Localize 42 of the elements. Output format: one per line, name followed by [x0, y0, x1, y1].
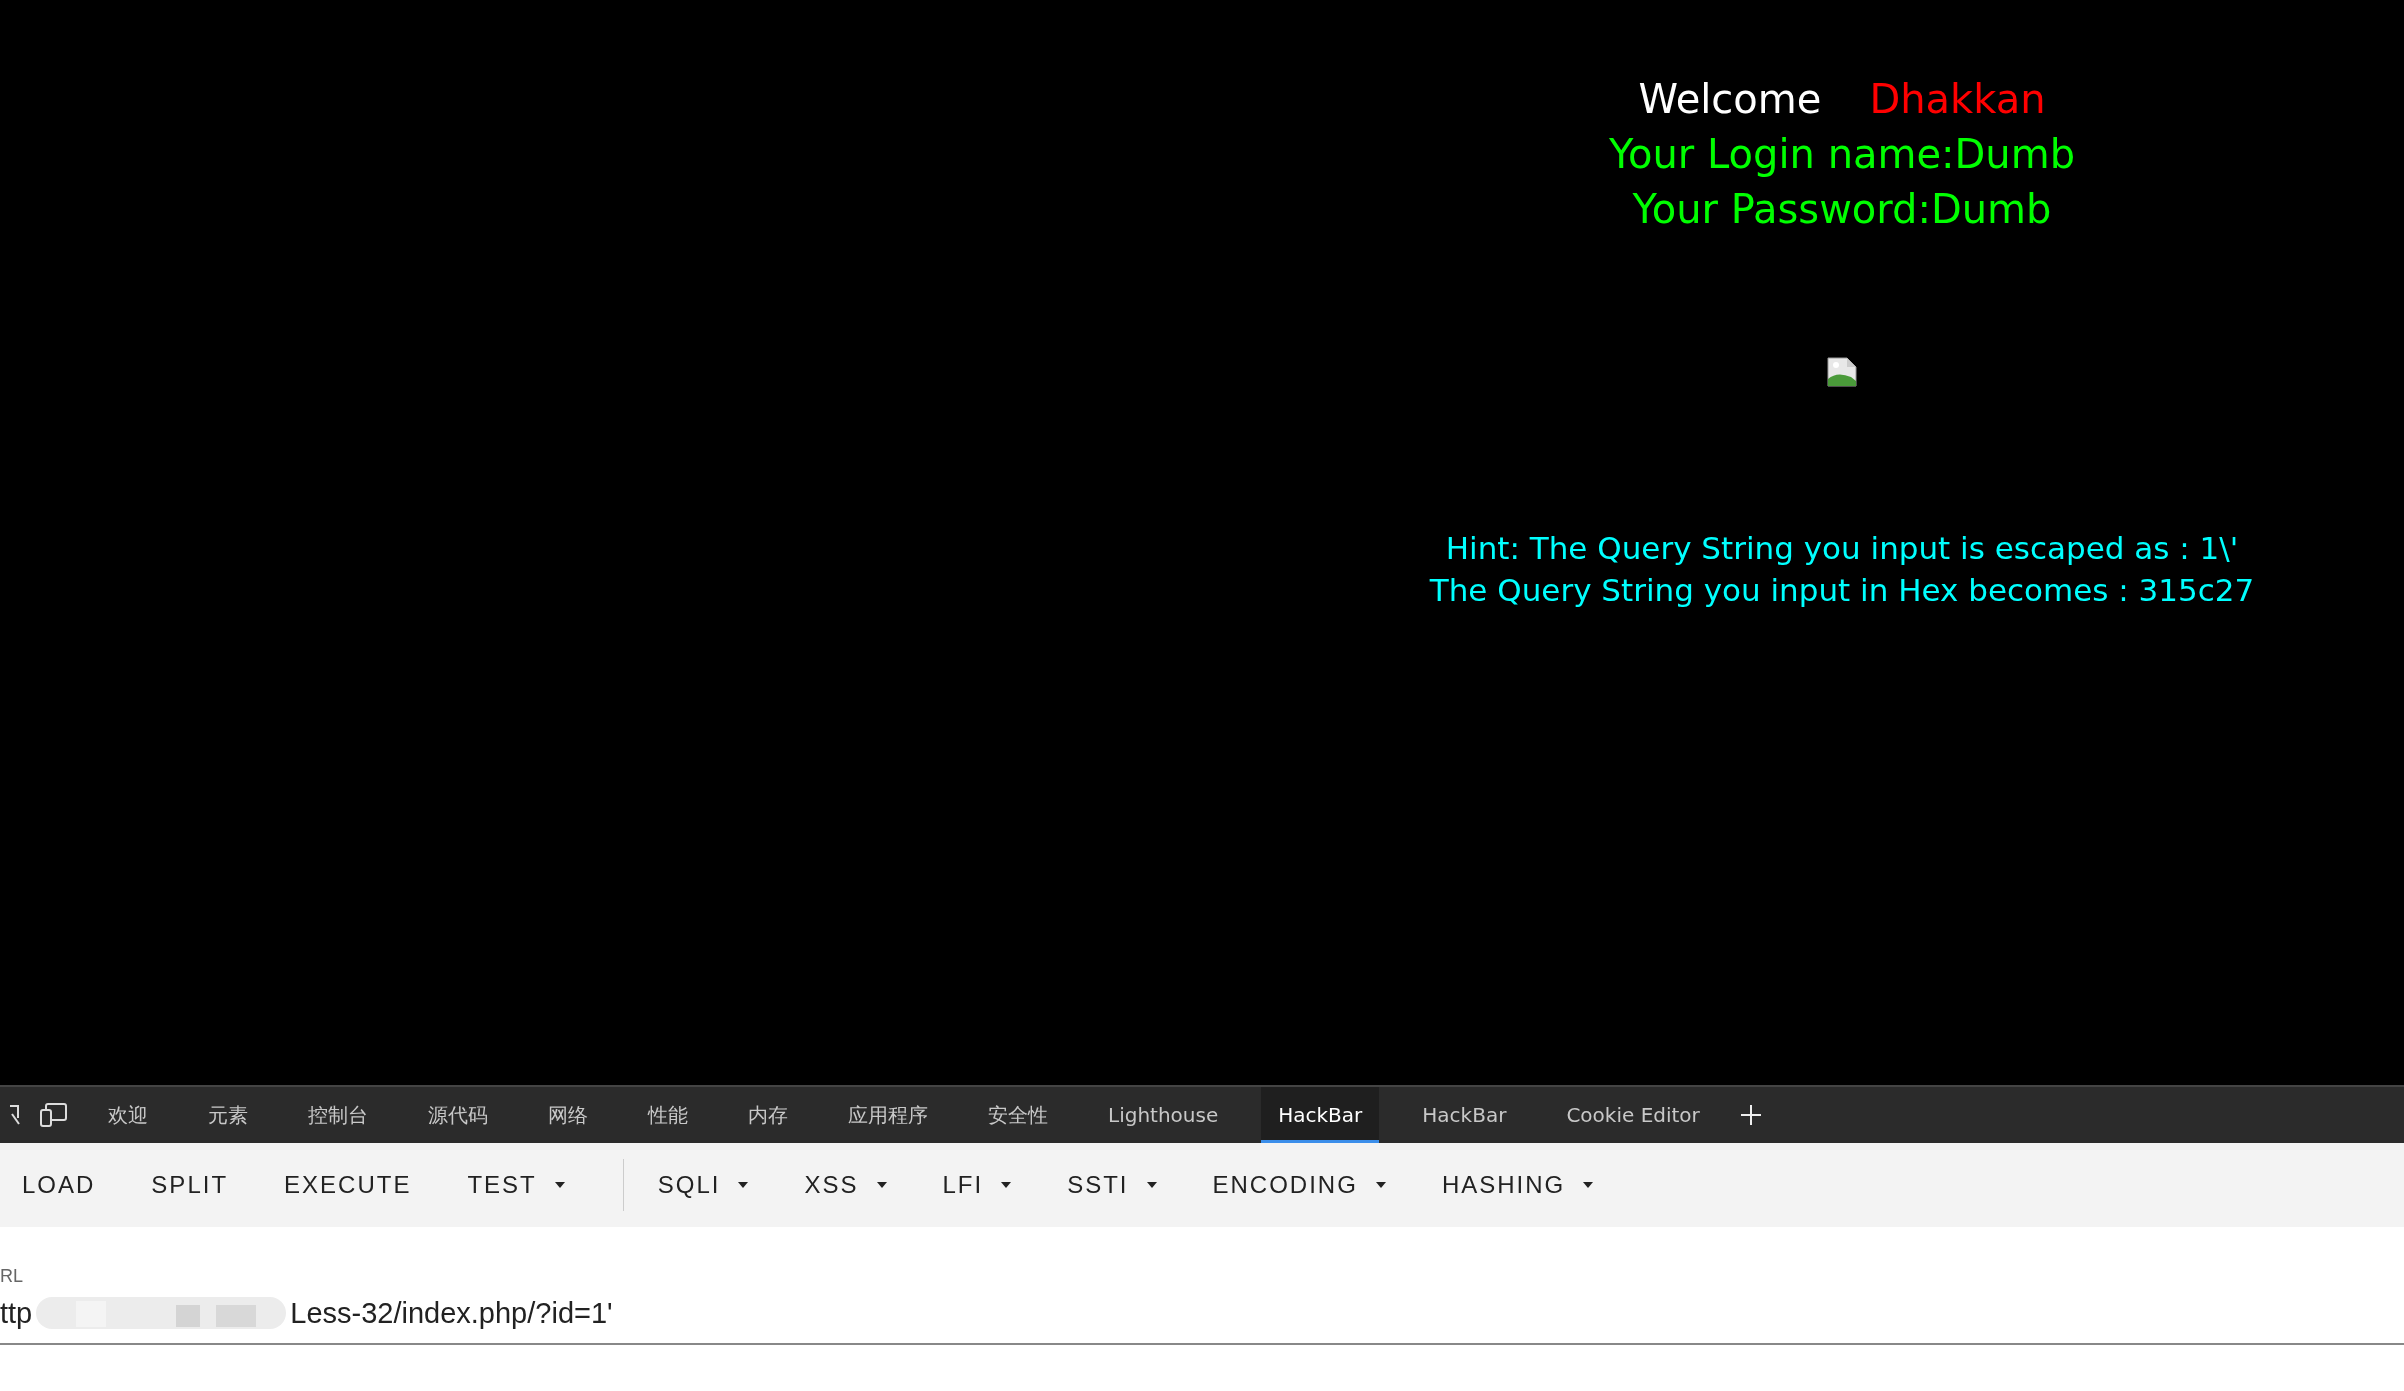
dropdown-button[interactable]: LFI: [926, 1161, 1028, 1209]
caret-icon: [738, 1182, 749, 1188]
caret-icon: [1583, 1182, 1594, 1188]
caret-icon: [554, 1182, 565, 1188]
url-field[interactable]: ttp Less-32/index.php/?id=1': [0, 1293, 2404, 1333]
caret-icon: [1375, 1182, 1386, 1188]
toolbar-button[interactable]: EXECUTE: [268, 1161, 428, 1209]
devtools-tab[interactable]: 控制台: [291, 1087, 385, 1143]
caret-icon: [1001, 1182, 1012, 1188]
caret-icon: [1146, 1182, 1157, 1188]
toolbar-button[interactable]: SPLIT: [135, 1161, 245, 1209]
device-icon[interactable]: [40, 1102, 68, 1128]
broken-image-icon: [1827, 357, 1857, 387]
dropdown-button[interactable]: SSTI: [1051, 1161, 1173, 1209]
login-name-text: Your Login name:Dumb: [1608, 130, 2076, 179]
devtools-tab[interactable]: HackBar: [1261, 1087, 1380, 1143]
dropdown-button[interactable]: ENCODING: [1196, 1161, 1402, 1209]
toolbar-button[interactable]: LOAD: [6, 1161, 112, 1209]
user-name: Dhakkan: [1869, 75, 2046, 124]
devtools-tab[interactable]: 安全性: [971, 1087, 1065, 1143]
dropdown-button[interactable]: TEST: [451, 1161, 581, 1209]
devtools-tab[interactable]: 源代码: [411, 1087, 505, 1143]
devtools-tab[interactable]: 元素: [191, 1087, 265, 1143]
dropdown-button[interactable]: HASHING: [1425, 1161, 1610, 1209]
dropdown-button[interactable]: XSS: [788, 1161, 903, 1209]
dropdown-button[interactable]: SQLI: [641, 1161, 765, 1209]
plus-icon[interactable]: [1739, 1104, 1762, 1126]
password-text: Your Password:Dumb: [1632, 185, 2052, 234]
welcome-text: Welcome: [1638, 75, 1822, 124]
devtools-tab[interactable]: 欢迎: [91, 1087, 165, 1143]
devtools-tab[interactable]: 网络: [531, 1087, 605, 1143]
devtools-tab[interactable]: Cookie Editor: [1549, 1087, 1717, 1143]
devtools-tab[interactable]: 性能: [631, 1087, 705, 1143]
devtools-tab[interactable]: Lighthouse: [1091, 1087, 1236, 1143]
devtools-tab[interactable]: 应用程序: [831, 1087, 945, 1143]
url-label: RL: [0, 1266, 23, 1287]
hint-text: The Query String you input in Hex becomes : 315c27: [1429, 571, 2255, 610]
devtools-tab[interactable]: HackBar: [1405, 1087, 1524, 1143]
hint-text: Hint: The Query String you input is escaped as : 1\': [1445, 529, 2239, 568]
inspect-icon[interactable]: [10, 1104, 20, 1126]
devtools-tab[interactable]: 内存: [731, 1087, 805, 1143]
caret-icon: [876, 1182, 887, 1188]
